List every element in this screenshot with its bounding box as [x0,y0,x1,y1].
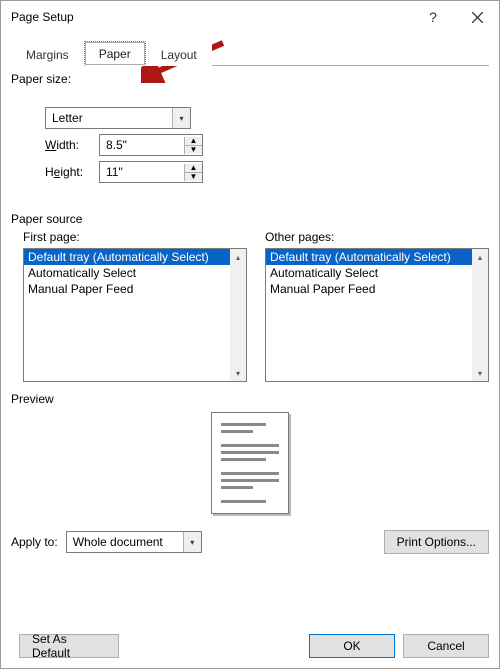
first-page-label: First page: [23,230,247,244]
dialog-body: Margins Paper Layout Paper size: Letter … [1,33,499,564]
set-as-default-button[interactable]: Set As Default [19,634,119,658]
scroll-down-icon[interactable]: ▾ [472,365,488,381]
apply-to-label: Apply to: [11,535,58,549]
preview-label: Preview [11,392,489,406]
width-label: Width: [45,138,93,152]
cancel-button[interactable]: Cancel [403,634,489,658]
other-pages-label: Other pages: [265,230,489,244]
spinner-down-icon[interactable]: ▼ [185,146,202,154]
other-pages-column: Other pages: Default tray (Automatically… [265,230,489,382]
list-item[interactable]: Manual Paper Feed [24,281,230,297]
list-item[interactable]: Default tray (Automatically Select) [24,249,230,265]
close-button[interactable] [455,2,499,32]
ok-button[interactable]: OK [309,634,395,658]
list-item[interactable]: Manual Paper Feed [266,281,472,297]
titlebar: Page Setup ? [1,1,499,33]
scroll-up-icon[interactable]: ▴ [230,249,246,265]
apply-to-value: Whole document [73,535,163,549]
print-options-button[interactable]: Print Options... [384,530,489,554]
paper-source-group: Paper source First page: Default tray (A… [11,212,489,382]
scrollbar[interactable]: ▴ ▾ [230,249,246,381]
list-item[interactable]: Default tray (Automatically Select) [266,249,472,265]
width-value: 8.5" [106,138,184,152]
paper-size-group: Paper size: Letter ▾ Width: 8.5" ▲ ▼ [11,72,489,202]
window-title: Page Setup [11,10,411,24]
scroll-up-icon[interactable]: ▴ [472,249,488,265]
page-setup-dialog: Page Setup ? Margins Paper Layout Paper … [0,0,500,669]
paper-size-combo[interactable]: Letter ▾ [45,107,191,129]
apply-to-combo[interactable]: Whole document ▾ [66,531,202,553]
page-preview [211,412,289,514]
paper-size-label: Paper size: [11,72,489,86]
tab-layout[interactable]: Layout [146,42,212,66]
close-icon [472,12,483,23]
tab-margins[interactable]: Margins [11,42,84,66]
height-label: Height: [45,165,93,179]
list-item[interactable]: Automatically Select [266,265,472,281]
first-page-column: First page: Default tray (Automatically … [23,230,247,382]
help-button[interactable]: ? [411,2,455,32]
width-spinner[interactable]: 8.5" ▲ ▼ [99,134,203,156]
other-pages-listbox[interactable]: Default tray (Automatically Select) Auto… [265,248,489,382]
apply-to-row: Apply to: Whole document ▾ Print Options… [11,530,489,554]
footer: Set As Default OK Cancel [11,634,489,658]
first-page-listbox[interactable]: Default tray (Automatically Select) Auto… [23,248,247,382]
tabstrip: Margins Paper Layout [11,39,489,66]
paper-source-label: Paper source [11,212,489,226]
scrollbar[interactable]: ▴ ▾ [472,249,488,381]
list-item[interactable]: Automatically Select [24,265,230,281]
chevron-down-icon: ▾ [172,108,190,128]
scroll-down-icon[interactable]: ▾ [230,365,246,381]
paper-size-value: Letter [52,111,83,125]
chevron-down-icon: ▾ [183,532,201,552]
tab-paper[interactable]: Paper [84,41,146,66]
spinner-down-icon[interactable]: ▼ [185,173,202,181]
preview-group: Preview [11,392,489,514]
height-spinner[interactable]: 11" ▲ ▼ [99,161,203,183]
height-value: 11" [106,165,184,179]
